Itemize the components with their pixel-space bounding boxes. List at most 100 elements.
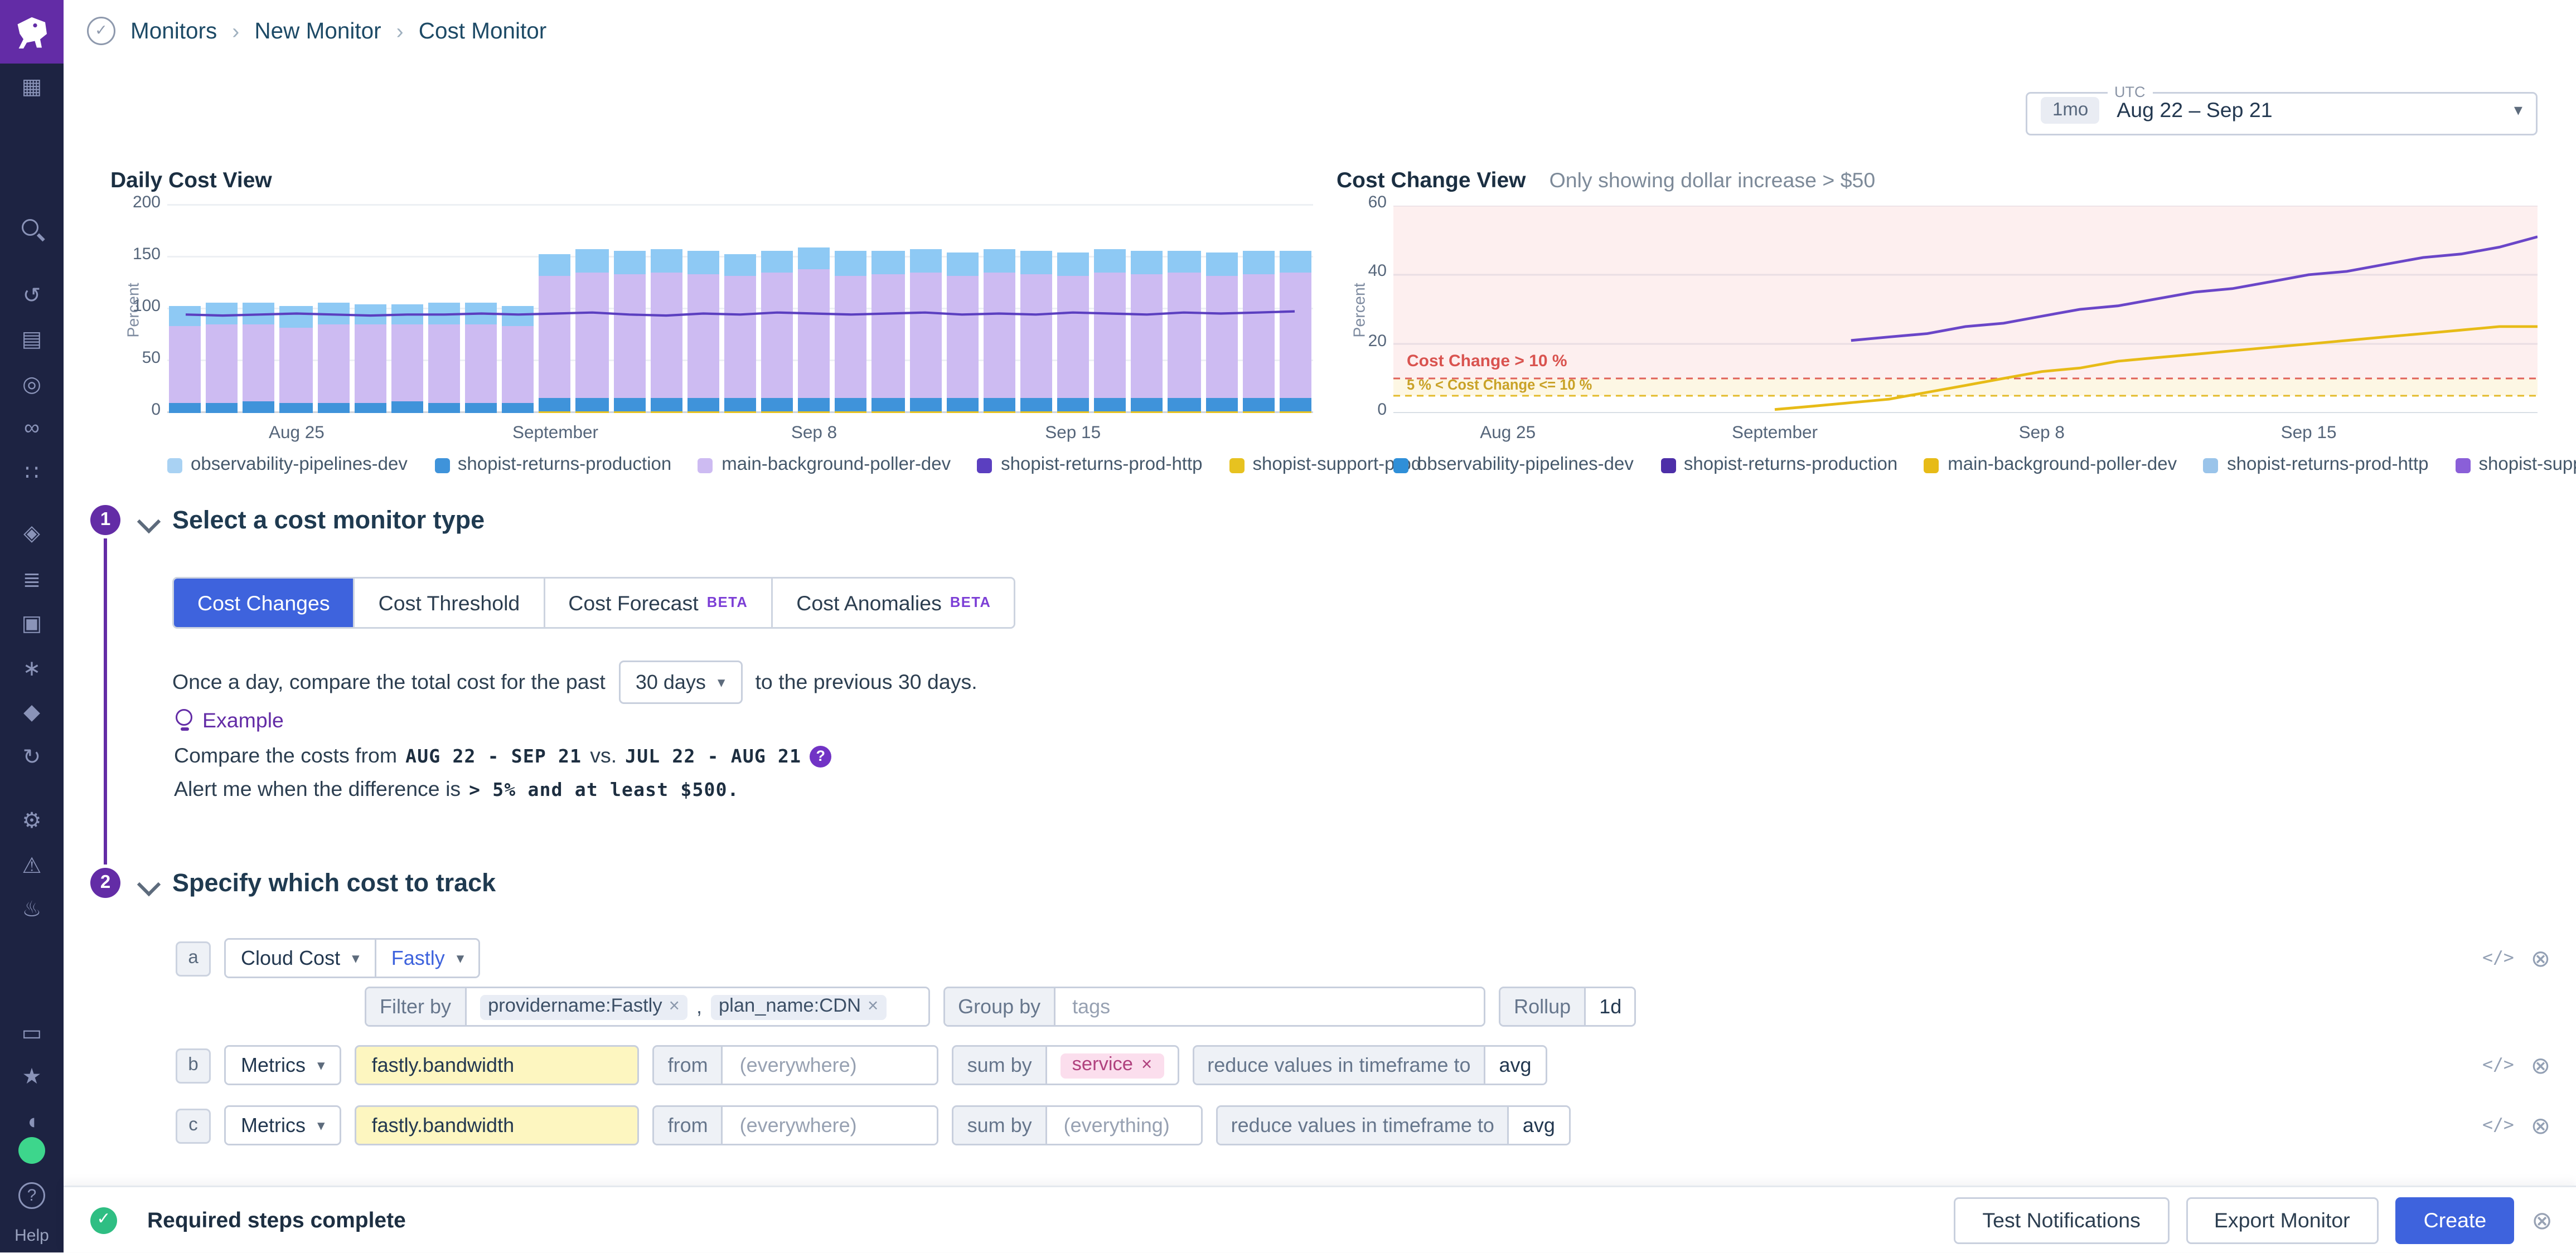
legend-item[interactable]: observability-pipelines-dev (1393, 455, 1634, 475)
provider-select[interactable]: Fastly▾ (375, 940, 480, 977)
remove-tag-icon[interactable]: × (1141, 1055, 1152, 1075)
daily-cost-chart: Daily Cost View Percent 050100150200 Aug… (110, 167, 1323, 495)
metric-input[interactable] (355, 1045, 640, 1085)
incidents-icon[interactable]: ⚠ (18, 851, 45, 878)
sparkle-icon[interactable]: ★ (18, 1062, 45, 1089)
date-range-previous: JUL 22 - AUG 21 (625, 745, 801, 767)
source-select[interactable]: Metrics▾ (226, 1107, 340, 1144)
apm-icon[interactable]: ◈ (18, 518, 45, 545)
rollup-label: Rollup (1500, 988, 1586, 1025)
from-input-box[interactable] (723, 1047, 937, 1084)
legend-item[interactable]: main-background-poller-dev (1924, 455, 2177, 475)
collapse-step-1-icon[interactable] (137, 510, 161, 533)
datadog-logo[interactable] (0, 0, 64, 64)
tab-cost-threshold[interactable]: Cost Threshold (354, 579, 544, 627)
step-connector-line (104, 538, 107, 865)
metric-input[interactable] (355, 1105, 640, 1145)
from-input[interactable] (737, 1112, 904, 1139)
example-label: Example (174, 709, 284, 732)
filter-chip[interactable]: plan_name:CDN× (710, 994, 887, 1019)
from-input-box[interactable] (723, 1107, 937, 1144)
export-monitor-button[interactable]: Export Monitor (2186, 1197, 2379, 1244)
group-by-input[interactable] (1069, 993, 1450, 1020)
rum-icon[interactable]: ▣ (18, 609, 45, 635)
remove-filter-icon[interactable]: × (868, 997, 878, 1017)
breadcrumb-cost-monitor[interactable]: Cost Monitor (419, 18, 547, 43)
dashboards-icon[interactable]: ▤ (18, 324, 45, 351)
date-range-current: AUG 22 - SEP 21 (405, 745, 582, 767)
settings-icon[interactable]: ⚙ (18, 806, 45, 833)
security-icon[interactable]: ◆ (18, 697, 45, 724)
collapse-step-2-icon[interactable] (137, 873, 161, 896)
sum-by-box[interactable]: service × (1047, 1047, 1178, 1084)
workflows-icon[interactable]: ▭ (18, 1018, 45, 1045)
source-select[interactable]: Cloud Cost▾ (226, 940, 375, 977)
remove-filter-icon[interactable]: × (669, 997, 680, 1017)
recents-icon[interactable]: ↺ (18, 281, 45, 308)
legend-swatch-icon (977, 458, 992, 473)
from-input[interactable] (737, 1052, 904, 1079)
filter-input[interactable]: providername:Fastly×,plan_name:CDN× (466, 988, 928, 1025)
reduce-label: reduce values in timeframe to (1194, 1047, 1485, 1084)
code-view-icon[interactable]: </> (2482, 1055, 2514, 1075)
apps-grid-icon[interactable]: ▦ (18, 72, 45, 99)
user-avatar[interactable] (18, 1137, 45, 1164)
create-button[interactable]: Create (2395, 1197, 2515, 1244)
logs-icon[interactable]: ≣ (18, 565, 45, 592)
aggregator-value[interactable]: avg (1509, 1107, 1568, 1144)
code-view-icon[interactable]: </> (2482, 948, 2514, 968)
legend-swatch-icon (1924, 458, 1939, 473)
test-notifications-button[interactable]: Test Notifications (1954, 1197, 2168, 1244)
search-icon[interactable] (18, 216, 45, 242)
breadcrumb-monitors[interactable]: Monitors (130, 18, 217, 43)
cost-change-plot[interactable]: Cost Change > 10 %5 % < Cost Change <= 1… (1393, 206, 2538, 413)
close-icon[interactable]: ⊗ (2531, 1205, 2553, 1235)
help-icon[interactable]: ? (18, 1182, 45, 1209)
labs-icon[interactable]: ♨ (18, 895, 45, 921)
code-view-icon[interactable]: </> (2482, 1115, 2514, 1135)
tab-cost-forecast[interactable]: Cost ForecastBETA (543, 579, 771, 627)
legend-item[interactable]: shopist-returns-production (1660, 455, 1897, 475)
time-range-selector[interactable]: UTC 1mo Aug 22 – Sep 21 ▾ (2026, 84, 2538, 135)
watchdog-icon[interactable]: ∞ (18, 413, 45, 440)
legend-swatch-icon (167, 458, 182, 473)
help-question-glyph: ? (27, 1187, 37, 1205)
legend-item[interactable]: shopist-returns-production (434, 455, 671, 475)
legend-item[interactable]: shopist-returns-prod-http (2204, 455, 2428, 475)
time-range-badge: 1mo (2041, 97, 2100, 124)
tab-cost-changes[interactable]: Cost Changes (174, 579, 354, 627)
sum-by-label: sum by (954, 1107, 1047, 1144)
rollup-value[interactable]: 1d (1586, 988, 1635, 1025)
threshold-zone-label: 5 % < Cost Change <= 10 % (1407, 376, 1592, 392)
integrations-icon[interactable]: ∷ (18, 458, 45, 485)
legend-item[interactable]: observability-pipelines-dev (167, 455, 408, 475)
legend-item[interactable]: shopist-support-prod (2456, 455, 2576, 475)
legend-item[interactable]: main-background-poller-dev (698, 455, 951, 475)
sum-by-box[interactable] (1047, 1107, 1201, 1144)
remove-row-icon[interactable]: ⊗ (2531, 944, 2550, 973)
chat-icon[interactable]: ◖ (18, 1107, 45, 1134)
period-select[interactable]: 30 days ▾ (619, 661, 742, 704)
breadcrumb-new-monitor[interactable]: New Monitor (254, 18, 381, 43)
tab-cost-anomalies[interactable]: Cost AnomaliesBETA (771, 579, 1014, 627)
beta-badge: BETA (707, 593, 748, 610)
monitors-icon[interactable]: ◎ (18, 370, 45, 396)
group-by-input-box[interactable] (1055, 988, 1484, 1025)
aggregator-value[interactable]: avg (1486, 1047, 1545, 1084)
sum-by-input[interactable] (1061, 1112, 1184, 1139)
question-icon[interactable]: ? (810, 745, 831, 767)
sum-by-tag[interactable]: service × (1061, 1053, 1164, 1078)
remove-row-icon[interactable]: ⊗ (2531, 1051, 2550, 1080)
sum-by-label: sum by (954, 1047, 1047, 1084)
ci-icon[interactable]: ↻ (18, 742, 45, 769)
filter-chip[interactable]: providername:Fastly× (480, 994, 688, 1019)
example-compare-line: Compare the costs from AUG 22 - SEP 21 v… (174, 744, 831, 768)
daily-cost-plot[interactable] (167, 206, 1313, 413)
source-select[interactable]: Metrics▾ (226, 1047, 340, 1084)
legend-swatch-icon (2204, 458, 2219, 473)
row-c-actions: </> ⊗ (2482, 1105, 2550, 1145)
remove-row-icon[interactable]: ⊗ (2531, 1111, 2550, 1140)
legend-item[interactable]: shopist-returns-prod-http (977, 455, 1202, 475)
from-label: from (655, 1107, 723, 1144)
synthetics-icon[interactable]: ∗ (18, 654, 45, 681)
